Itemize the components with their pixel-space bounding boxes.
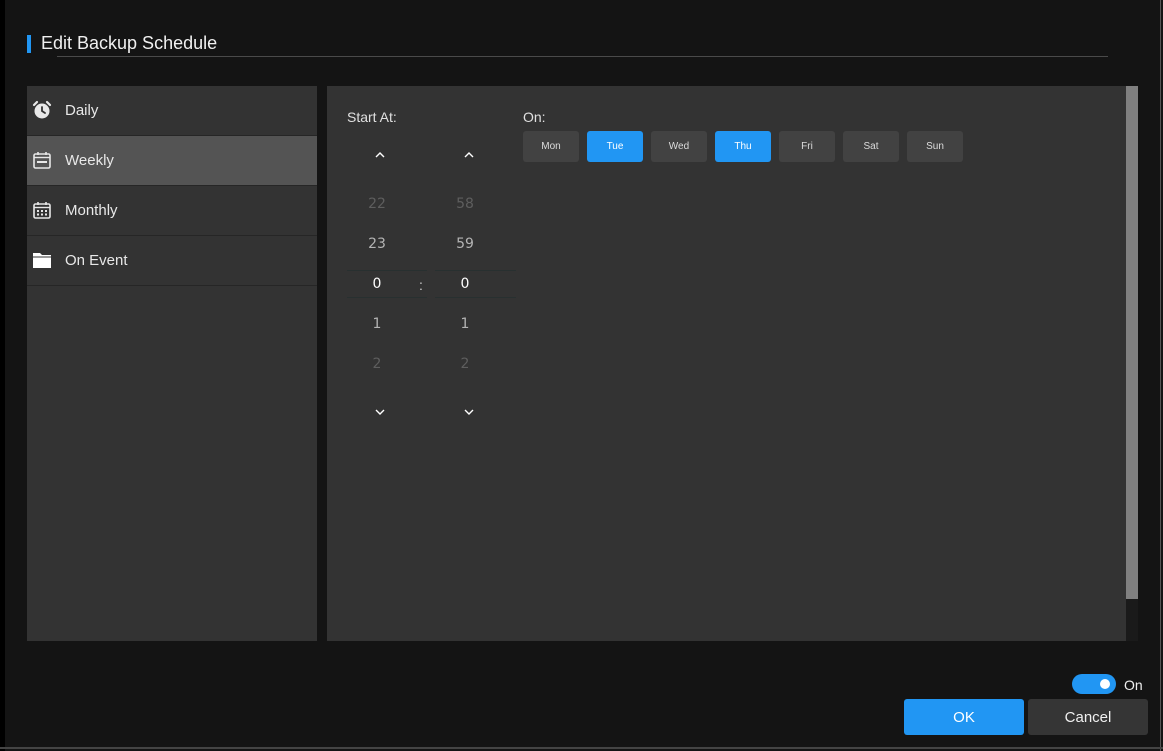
minute-option[interactable]: 1 [435,316,495,332]
hour-option[interactable]: 23 [347,236,407,252]
calendar-month-icon [33,202,51,219]
toggle-knob [1100,679,1110,689]
toggle-label: On [1124,677,1143,693]
cancel-button[interactable]: Cancel [1028,699,1148,735]
sidebar-item-daily[interactable]: Daily [27,86,317,136]
sidebar-item-label: Monthly [65,202,118,219]
sidebar-item-label: Weekly [65,152,114,169]
title-accent-bar [27,35,31,53]
hour-up-chevron-icon[interactable] [370,148,390,162]
minute-option[interactable]: 59 [435,236,495,252]
dialog-title: Edit Backup Schedule [41,33,218,53]
minute-down-chevron-icon[interactable] [459,405,479,419]
schedule-enabled-toggle[interactable] [1072,674,1116,694]
hour-selected-value[interactable]: 0 [347,276,407,292]
sidebar-item-monthly[interactable]: Monthly [27,186,317,236]
window-bottom-border [0,747,1163,749]
minute-option[interactable]: 2 [435,356,495,372]
day-button-mon[interactable]: Mon [523,131,579,162]
sidebar-item-label: On Event [65,252,128,269]
hour-down-chevron-icon[interactable] [370,405,390,419]
hour-option[interactable]: 1 [347,316,407,332]
start-at-label: Start At: [347,109,397,125]
calendar-week-icon [33,152,51,169]
minute-up-chevron-icon[interactable] [459,148,479,162]
window-right-border [1160,0,1161,751]
alarm-clock-icon [32,100,52,119]
day-button-fri[interactable]: Fri [779,131,835,162]
schedule-type-sidebar: Daily Weekly Monthly On Event [27,86,317,641]
day-button-sat[interactable]: Sat [843,131,899,162]
minute-selected-value[interactable]: 0 [435,276,495,292]
minute-option[interactable]: 58 [435,196,495,212]
window-left-edge [0,0,5,751]
minute-selection-bottom-line [435,297,516,298]
scrollbar-thumb[interactable] [1126,86,1138,599]
hour-selection-top-line [347,270,427,271]
day-button-thu[interactable]: Thu [715,131,771,162]
day-button-tue[interactable]: Tue [587,131,643,162]
minute-selection-top-line [435,270,516,271]
sidebar-item-label: Daily [65,102,99,119]
time-separator: : [419,277,423,293]
sidebar-item-on-event[interactable]: On Event [27,236,317,286]
ok-button[interactable]: OK [904,699,1024,735]
hour-selection-bottom-line [347,297,427,298]
folder-icon [33,253,51,268]
title-divider [57,56,1108,57]
hour-option[interactable]: 2 [347,356,407,372]
day-button-sun[interactable]: Sun [907,131,963,162]
sidebar-item-weekly[interactable]: Weekly [27,136,317,186]
on-days-label: On: [523,109,546,125]
day-button-wed[interactable]: Wed [651,131,707,162]
hour-option[interactable]: 22 [347,196,407,212]
